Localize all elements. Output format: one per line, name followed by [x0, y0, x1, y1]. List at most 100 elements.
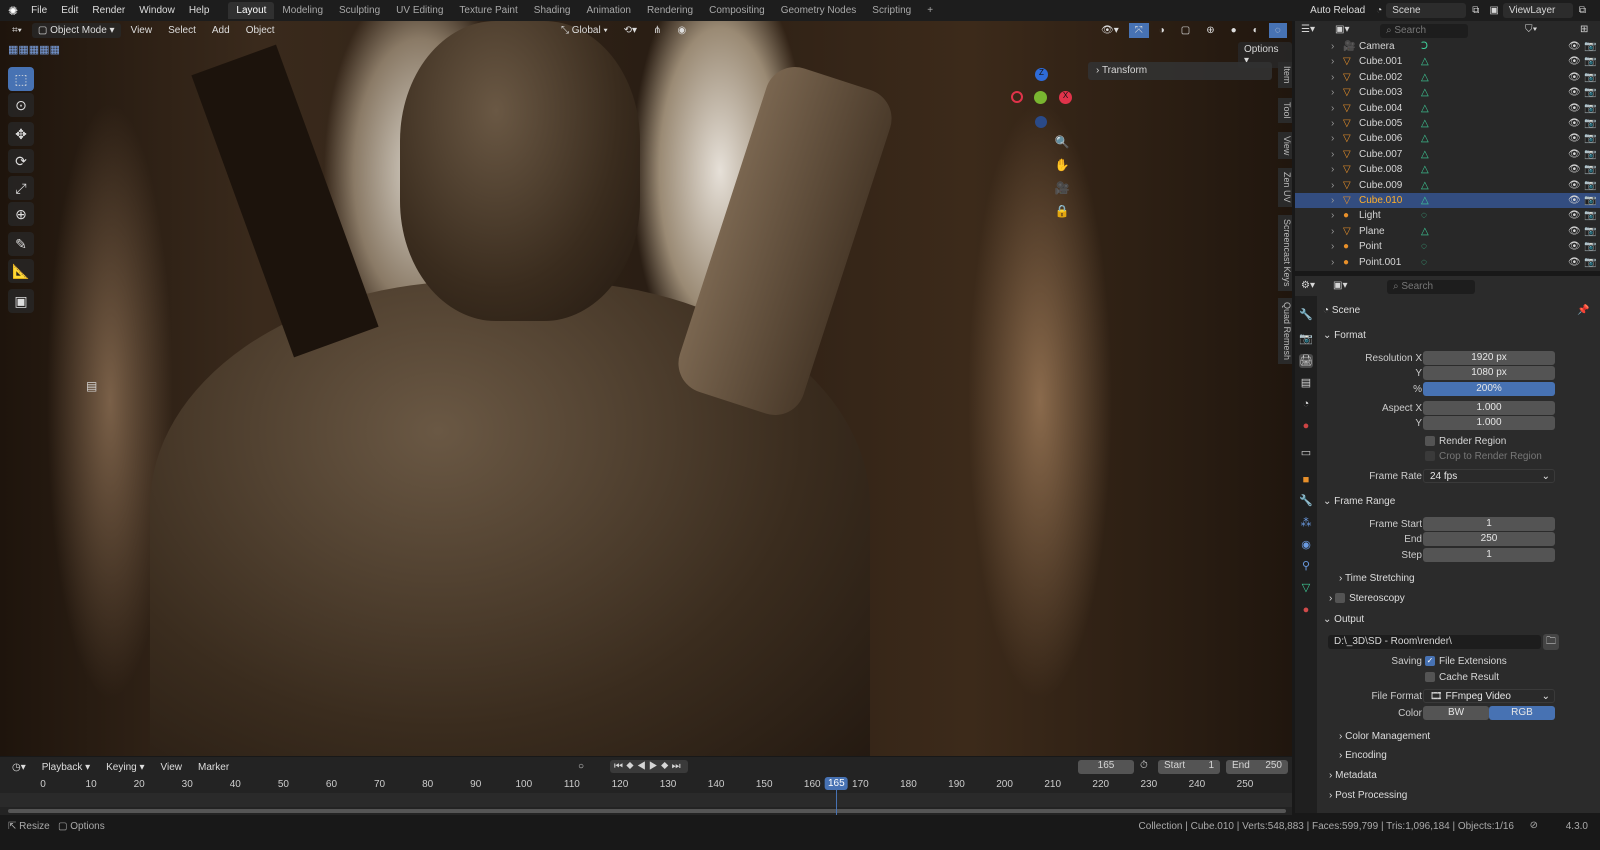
render-camera-icon[interactable]: 📷	[1584, 133, 1600, 144]
navigation-gizmo[interactable]: Z X	[1005, 66, 1085, 146]
menu-render[interactable]: Render	[85, 5, 132, 16]
npanel-tab-tool[interactable]: Tool	[1278, 98, 1292, 123]
material-tab-icon[interactable]: ●	[1299, 603, 1313, 617]
visibility-eye-icon[interactable]: 👁	[1568, 164, 1584, 175]
render-camera-icon[interactable]: 📷	[1584, 41, 1600, 52]
mesh-data-icon[interactable]: △	[1421, 72, 1429, 83]
visibility-eye-icon[interactable]: 👁	[1568, 56, 1584, 67]
render-camera-icon[interactable]: 📷	[1584, 118, 1600, 129]
visibility-eye-icon[interactable]: 👁	[1568, 180, 1584, 191]
shading-solid-icon[interactable]: ●	[1225, 23, 1243, 38]
outliner-item[interactable]: › ▽ Cube.009 △ 👁 📷	[1295, 178, 1600, 193]
expand-chevron-icon[interactable]: ›	[1331, 210, 1343, 221]
render-camera-icon[interactable]: 📷	[1584, 195, 1600, 206]
workspace-tab-layout[interactable]: Layout	[228, 2, 275, 19]
new-view-layer-icon[interactable]: ⧉	[1573, 5, 1600, 16]
render-camera-icon[interactable]: 📷	[1584, 210, 1600, 221]
overlay-icon[interactable]: ◑	[1153, 23, 1171, 38]
transform-panel-header[interactable]: › Transform	[1088, 62, 1272, 80]
render-camera-icon[interactable]: 📷	[1584, 87, 1600, 98]
view-layer-icon[interactable]: ▣	[1485, 5, 1502, 16]
timeline-menu-view[interactable]: View	[155, 760, 189, 775]
mesh-data-icon[interactable]: △	[1421, 103, 1429, 114]
auto-reload-label[interactable]: Auto Reload	[1303, 5, 1372, 16]
cache-result-checkbox[interactable]: Cache Result	[1425, 672, 1499, 683]
post-processing-panel-header[interactable]: › Post Processing	[1329, 790, 1600, 801]
outliner-item[interactable]: › ▽ Cube.008 △ 👁 📷	[1295, 162, 1600, 177]
timeline-menu-marker[interactable]: Marker	[192, 760, 235, 775]
render-camera-icon[interactable]: 📷	[1584, 257, 1600, 268]
tool-tab-icon[interactable]: 🔧	[1299, 308, 1313, 322]
visibility-eye-icon[interactable]: 👁	[1568, 72, 1584, 83]
visibility-eye-icon[interactable]: 👁	[1568, 149, 1584, 160]
viewport-menu-view[interactable]: View	[125, 23, 159, 38]
render-camera-icon[interactable]: 📷	[1584, 226, 1600, 237]
jump-start-icon[interactable]: ⏮	[614, 761, 626, 772]
visibility-eye-icon[interactable]: 👁	[1568, 210, 1584, 221]
expand-chevron-icon[interactable]: ›	[1331, 195, 1343, 206]
expand-chevron-icon[interactable]: ›	[1331, 180, 1343, 191]
scale-tool-icon[interactable]: ⤢	[8, 176, 34, 200]
outliner-filter-view-icon[interactable]: ▣▾	[1335, 24, 1349, 35]
menu-window[interactable]: Window	[132, 5, 182, 16]
pin-icon[interactable]: 📌	[1577, 305, 1589, 316]
expand-chevron-icon[interactable]: ›	[1331, 257, 1343, 268]
visibility-eye-icon[interactable]: 👁	[1568, 226, 1584, 237]
menu-help[interactable]: Help	[182, 5, 217, 16]
world-tab-icon[interactable]: ●	[1299, 419, 1313, 433]
filter-icon[interactable]: ⛉▾	[1525, 24, 1537, 35]
file-format-dropdown[interactable]: 🎞 FFmpeg Video ⌄	[1423, 689, 1555, 703]
timeline-scrollbar[interactable]	[8, 809, 1286, 813]
jump-end-icon[interactable]: ⏭	[672, 761, 684, 772]
move-tool-icon[interactable]: ✥	[8, 122, 34, 146]
expand-chevron-icon[interactable]: ›	[1331, 226, 1343, 237]
snap-icon[interactable]: ⋔	[647, 23, 667, 38]
expand-chevron-icon[interactable]: ›	[1331, 241, 1343, 252]
timeline-menu-keying[interactable]: Keying ▾	[100, 760, 150, 775]
transform-tool-icon[interactable]: ⊕	[8, 202, 34, 226]
visibility-icon[interactable]: 👁▾	[1095, 23, 1125, 38]
viewport-menu-add[interactable]: Add	[206, 23, 236, 38]
outliner-item[interactable]: › ▽ Cube.004 △ 👁 📷	[1295, 101, 1600, 116]
new-scene-icon[interactable]: ⧉	[1466, 5, 1485, 16]
color-bw-button[interactable]: BW	[1423, 706, 1489, 720]
end-frame-field[interactable]: End 250	[1226, 760, 1288, 774]
render-tab-icon[interactable]: 📷	[1299, 332, 1313, 346]
render-camera-icon[interactable]: 📷	[1584, 241, 1600, 252]
outliner-item[interactable]: › ▽ Cube.007 △ 👁 📷	[1295, 147, 1600, 162]
render-camera-icon[interactable]: 📷	[1584, 180, 1600, 191]
expand-chevron-icon[interactable]: ›	[1331, 133, 1343, 144]
outliner-item[interactable]: › 🎥 Camera Ↄ 👁 📷	[1295, 39, 1600, 54]
auto-keying-icon[interactable]: ○	[578, 761, 584, 772]
expand-chevron-icon[interactable]: ›	[1331, 118, 1343, 129]
mesh-data-icon[interactable]: △	[1421, 118, 1429, 129]
npanel-tab-item[interactable]: Item	[1278, 62, 1292, 88]
selection-mode-icons[interactable]: ▦▦▦▦▦	[8, 43, 60, 56]
frame-range-panel-header[interactable]: ⌄ Frame Range	[1323, 496, 1595, 507]
expand-chevron-icon[interactable]: ›	[1331, 72, 1343, 83]
frame-end-field[interactable]: 250	[1423, 532, 1555, 546]
zoom-icon[interactable]: 🔍	[1054, 131, 1070, 154]
output-tab-icon[interactable]: 🖨	[1299, 354, 1313, 368]
visibility-eye-icon[interactable]: 👁	[1568, 257, 1584, 268]
playhead-frame-label[interactable]: 165	[824, 777, 848, 790]
annotate-tool-icon[interactable]: ✎	[8, 232, 34, 256]
render-region-checkbox[interactable]: Render Region	[1425, 436, 1506, 447]
timeline-track-area[interactable]	[0, 793, 1292, 807]
outliner-item[interactable]: › ▽ Cube.002 △ 👁 📷	[1295, 70, 1600, 85]
workspace-tab-uv-editing[interactable]: UV Editing	[388, 2, 451, 19]
viewport-menu-object[interactable]: Object	[240, 23, 281, 38]
resolution-percent-slider[interactable]: 200%	[1423, 382, 1555, 396]
start-frame-field[interactable]: Start 1	[1158, 760, 1220, 774]
add-workspace-button[interactable]: +	[919, 2, 941, 19]
crop-render-region-checkbox[interactable]: Crop to Render Region	[1425, 451, 1542, 462]
physics-tab-icon[interactable]: ◉	[1299, 538, 1313, 552]
npanel-tab-zen-uv[interactable]: Zen UV	[1278, 168, 1292, 207]
camera-view-icon[interactable]: 🎥	[1054, 177, 1070, 200]
play-reverse-icon[interactable]: ◀	[637, 761, 649, 772]
expand-chevron-icon[interactable]: ›	[1331, 56, 1343, 67]
time-stretching-subpanel[interactable]: › Time Stretching	[1339, 573, 1600, 584]
view-layer-tab-icon[interactable]: ▤	[1299, 376, 1313, 390]
gizmo-toggle-icon[interactable]: ⤧	[1128, 23, 1149, 38]
scene-icon[interactable]: ◔	[1372, 5, 1386, 16]
